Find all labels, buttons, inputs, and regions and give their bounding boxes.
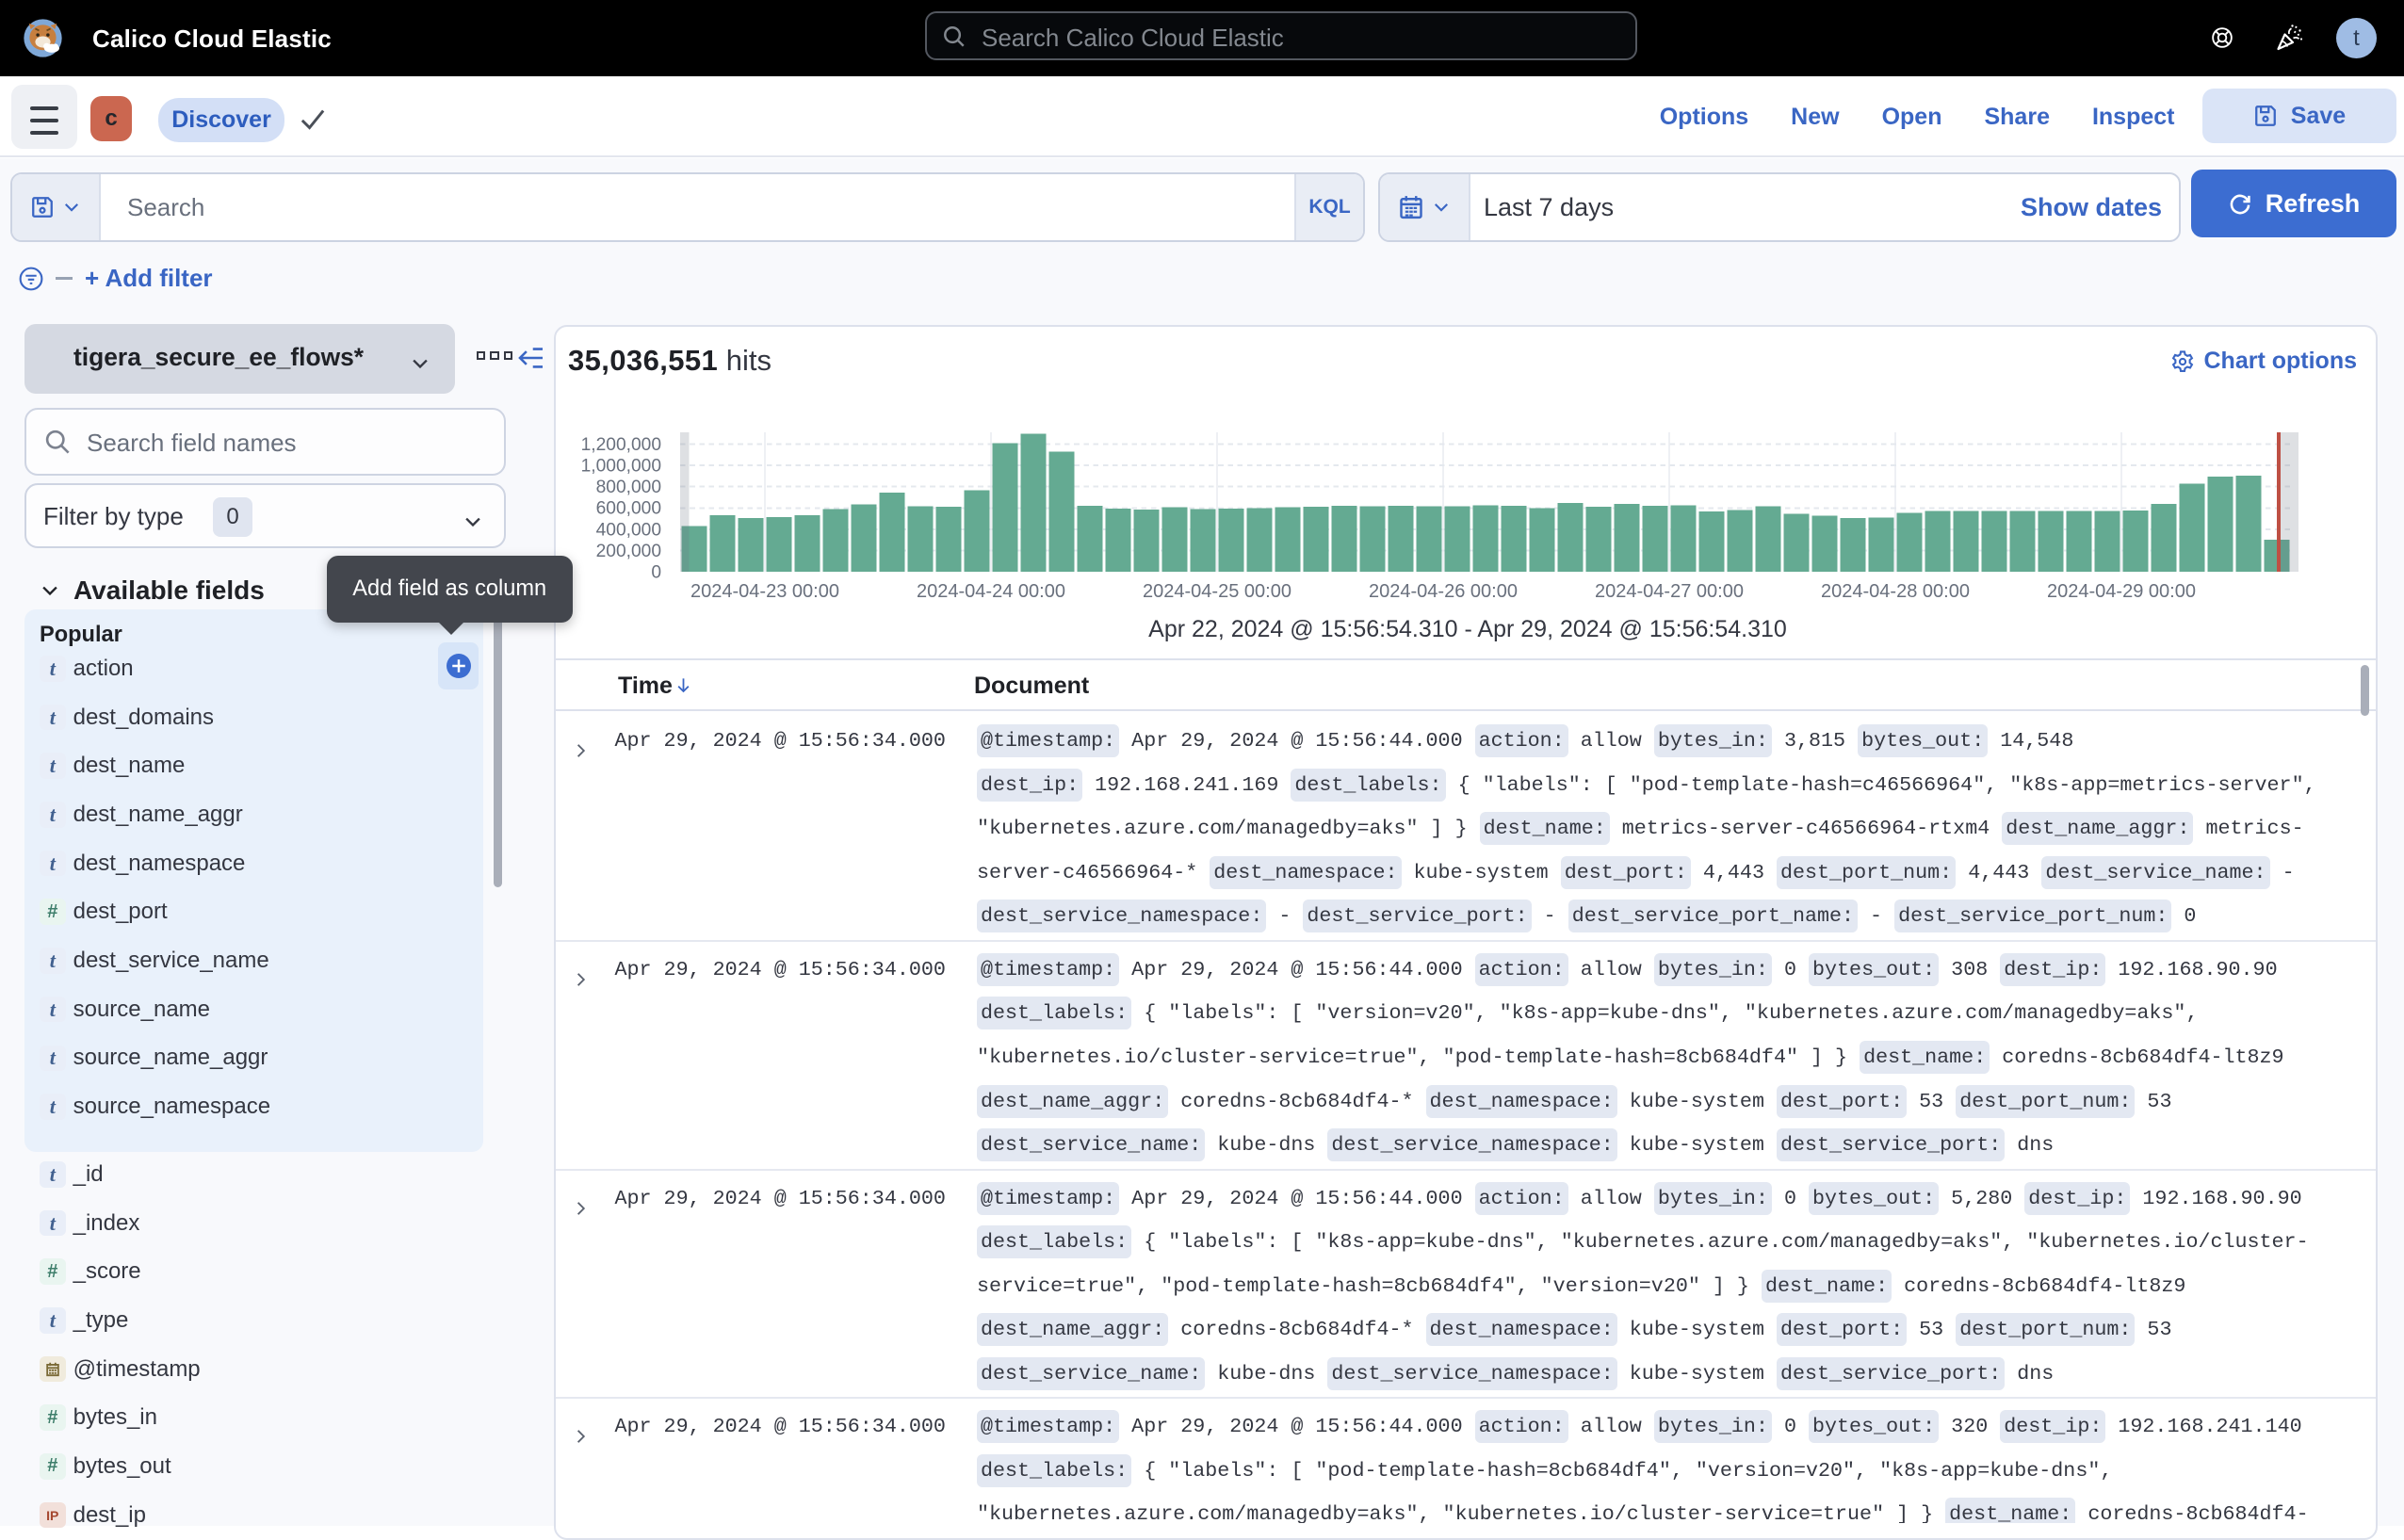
svg-text:1,200,000: 1,200,000	[581, 435, 661, 455]
svg-text:2024-04-27 00:00: 2024-04-27 00:00	[1595, 581, 1744, 602]
svg-text:2024-04-26 00:00: 2024-04-26 00:00	[1369, 581, 1518, 602]
svg-text:2024-04-28 00:00: 2024-04-28 00:00	[1821, 581, 1970, 602]
svg-text:400,000: 400,000	[596, 520, 661, 540]
svg-text:2024-04-29 00:00: 2024-04-29 00:00	[2047, 581, 2196, 602]
svg-text:1,000,000: 1,000,000	[581, 457, 661, 477]
svg-text:600,000: 600,000	[596, 499, 661, 519]
svg-text:800,000: 800,000	[596, 478, 661, 497]
svg-text:2024-04-23 00:00: 2024-04-23 00:00	[690, 581, 839, 602]
svg-text:0: 0	[651, 562, 661, 582]
svg-text:200,000: 200,000	[596, 542, 661, 561]
svg-text:2024-04-24 00:00: 2024-04-24 00:00	[917, 581, 1065, 602]
svg-text:2024-04-25 00:00: 2024-04-25 00:00	[1143, 581, 1291, 602]
